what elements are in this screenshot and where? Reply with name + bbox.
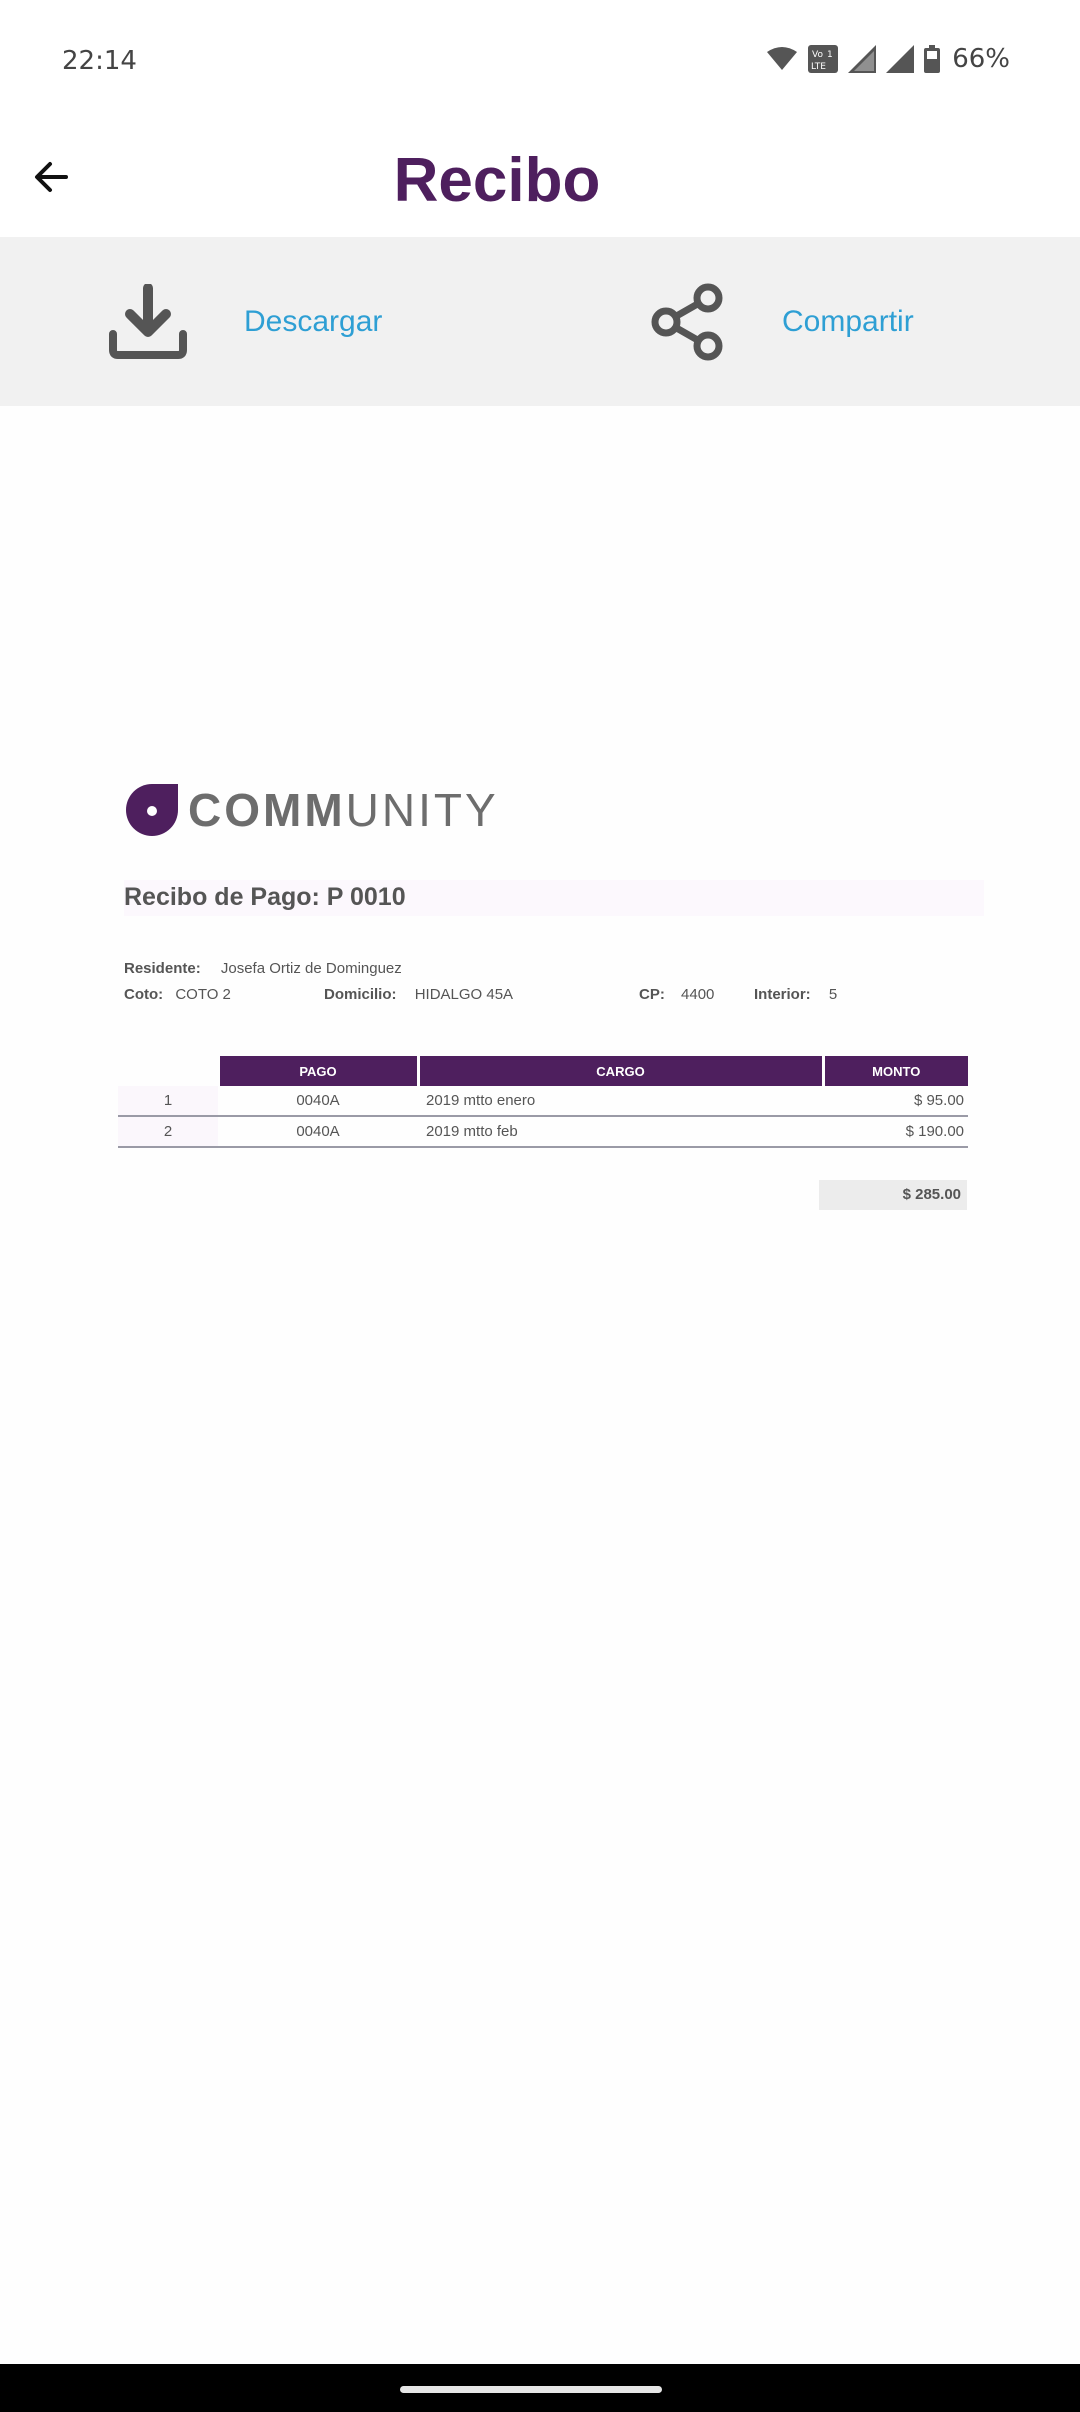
share-icon: [651, 283, 723, 360]
volte-icon: Vo 1 LTE: [808, 45, 839, 73]
domicilio-value: HIDALGO 45A: [414, 986, 514, 1003]
download-button[interactable]: Descargar: [108, 237, 382, 406]
header-blank: [118, 1056, 218, 1086]
cp-row: CP: 4400: [639, 986, 714, 1003]
coto-row: Coto: COTO 2: [124, 986, 231, 1003]
community-logo: COMMUNITY: [124, 782, 499, 838]
coto-value: COTO 2: [175, 986, 231, 1003]
row-cargo: 2019 mtto feb: [418, 1116, 823, 1148]
resident-label: Residente:: [124, 960, 201, 977]
receipt-document: COMMUNITY Recibo de Pago: P 0010 Residen…: [0, 406, 1080, 2364]
table-row: 1 0040A 2019 mtto enero $ 95.00: [118, 1086, 968, 1117]
page-title: Recibo: [393, 146, 601, 215]
signal-icon: [848, 45, 877, 73]
resident-row: Residente: Josefa Ortiz de Dominguez: [124, 960, 402, 977]
wifi-icon: [767, 47, 798, 70]
action-bar: Descargar Compartir: [0, 237, 1080, 406]
interior-label: Interior:: [754, 986, 811, 1003]
domicilio-label: Domicilio:: [324, 986, 397, 1003]
header-cargo: CARGO: [416, 1056, 823, 1086]
download-label: Descargar: [244, 304, 383, 338]
logo-text-light: UNITY: [345, 784, 499, 836]
logo-text: COMMUNITY: [188, 783, 499, 837]
table-header-row: PAGO CARGO MONTO: [118, 1056, 968, 1086]
charges-table: PAGO CARGO MONTO 1 0040A 2019 mtto enero…: [118, 1056, 968, 1148]
interior-row: Interior: 5: [754, 986, 837, 1003]
svg-text:LTE: LTE: [811, 62, 826, 72]
share-label: Compartir: [782, 304, 914, 338]
app-bar: Recibo: [0, 125, 1080, 237]
row-monto: $ 95.00: [823, 1086, 968, 1117]
share-button[interactable]: Compartir: [650, 237, 914, 406]
interior-value: 5: [828, 986, 838, 1003]
row-number: 2: [118, 1116, 218, 1148]
row-cargo: 2019 mtto enero: [418, 1086, 823, 1117]
row-monto: $ 190.00: [823, 1116, 968, 1148]
logo-text-bold: COMM: [188, 784, 346, 836]
battery-icon: [924, 45, 941, 73]
cp-label: CP:: [639, 986, 665, 1003]
header-pago: PAGO: [216, 1056, 418, 1086]
battery-percent: 66%: [952, 44, 1010, 74]
logo-drop-icon: [126, 784, 178, 836]
signal-icon-2: [886, 45, 915, 73]
svg-text:1: 1: [827, 50, 833, 60]
row-pago: 0040A: [218, 1086, 418, 1117]
row-number: 1: [118, 1086, 218, 1117]
header-monto: MONTO: [821, 1056, 968, 1086]
status-bar: 22:14 Vo 1 LTE 66%: [0, 0, 1080, 125]
status-icons: Vo 1 LTE 66%: [766, 44, 1010, 74]
cp-value: 4400: [681, 986, 715, 1003]
coto-label: Coto:: [124, 986, 164, 1003]
status-time: 22:14: [62, 46, 137, 76]
download-icon: [109, 283, 187, 359]
row-pago: 0040A: [218, 1116, 418, 1148]
system-nav-bar: [0, 2364, 1080, 2412]
svg-text:Vo: Vo: [812, 50, 823, 60]
home-gesture-handle[interactable]: [400, 2386, 662, 2393]
resident-value: Josefa Ortiz de Dominguez: [220, 960, 402, 977]
table-row: 2 0040A 2019 mtto feb $ 190.00: [118, 1116, 968, 1148]
domicilio-row: Domicilio: HIDALGO 45A: [324, 986, 513, 1003]
receipt-title: Recibo de Pago: P 0010: [124, 883, 406, 911]
total-amount: $ 285.00: [819, 1180, 967, 1210]
